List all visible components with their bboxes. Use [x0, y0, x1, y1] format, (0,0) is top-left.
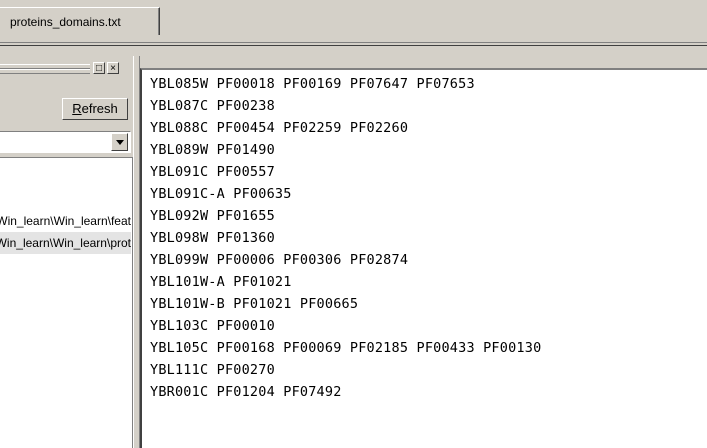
- editor-line: YBL099W PF00006 PF00306 PF02874: [150, 252, 409, 268]
- panel-grip[interactable]: [0, 64, 90, 74]
- panel-splitter[interactable]: [133, 56, 140, 448]
- refresh-button[interactable]: Refresh: [62, 98, 128, 120]
- list-item[interactable]: C:\Win_learn\Win_learn\prot: [0, 232, 131, 254]
- tab-proteins-domains[interactable]: proteins_domains.txt: [0, 7, 160, 35]
- editor-line: YBL085W PF00018 PF00169 PF07647 PF07653: [150, 76, 475, 92]
- close-icon[interactable]: ×: [107, 62, 119, 74]
- editor-line: YBL092W PF01655: [150, 208, 275, 224]
- editor-line: YBL101W-B PF01021 PF00665: [150, 296, 359, 312]
- tab-divider: [0, 42, 707, 46]
- editor-line: YBL091C-A PF00635: [150, 186, 292, 202]
- editor-line: YBR001C PF01204 PF07492: [150, 384, 342, 400]
- editor-line: YBL087C PF00238: [150, 98, 275, 114]
- document-tab-bar: proteins_domains.txt: [0, 0, 707, 42]
- text-editor[interactable]: YBL085W PF00018 PF00169 PF07647 PF07653 …: [140, 68, 707, 448]
- restore-icon[interactable]: □: [93, 62, 105, 74]
- editor-line: YBL089W PF01490: [150, 142, 275, 158]
- list-item[interactable]: C:\Win_learn\Win_learn\feat: [0, 210, 131, 232]
- refresh-label: efresh: [81, 101, 118, 116]
- file-browser-panel: □ × Refresh C:\Win_learn\Win_learn\feat …: [0, 56, 135, 448]
- editor-line: YBL098W PF01360: [150, 230, 275, 246]
- editor-line: YBL088C PF00454 PF02259 PF02260: [150, 120, 409, 136]
- folder-combo[interactable]: [0, 131, 131, 153]
- file-list[interactable]: C:\Win_learn\Win_learn\feat C:\Win_learn…: [0, 157, 133, 448]
- editor-line: YBL111C PF00270: [150, 362, 275, 378]
- editor-line: YBL101W-A PF01021: [150, 274, 292, 290]
- editor-line: YBL105C PF00168 PF00069 PF02185 PF00433 …: [150, 340, 542, 356]
- editor-line: YBL103C PF00010: [150, 318, 275, 334]
- chevron-down-icon[interactable]: [111, 133, 128, 151]
- refresh-accel: R: [72, 101, 82, 116]
- editor-line: YBL091C PF00557: [150, 164, 275, 180]
